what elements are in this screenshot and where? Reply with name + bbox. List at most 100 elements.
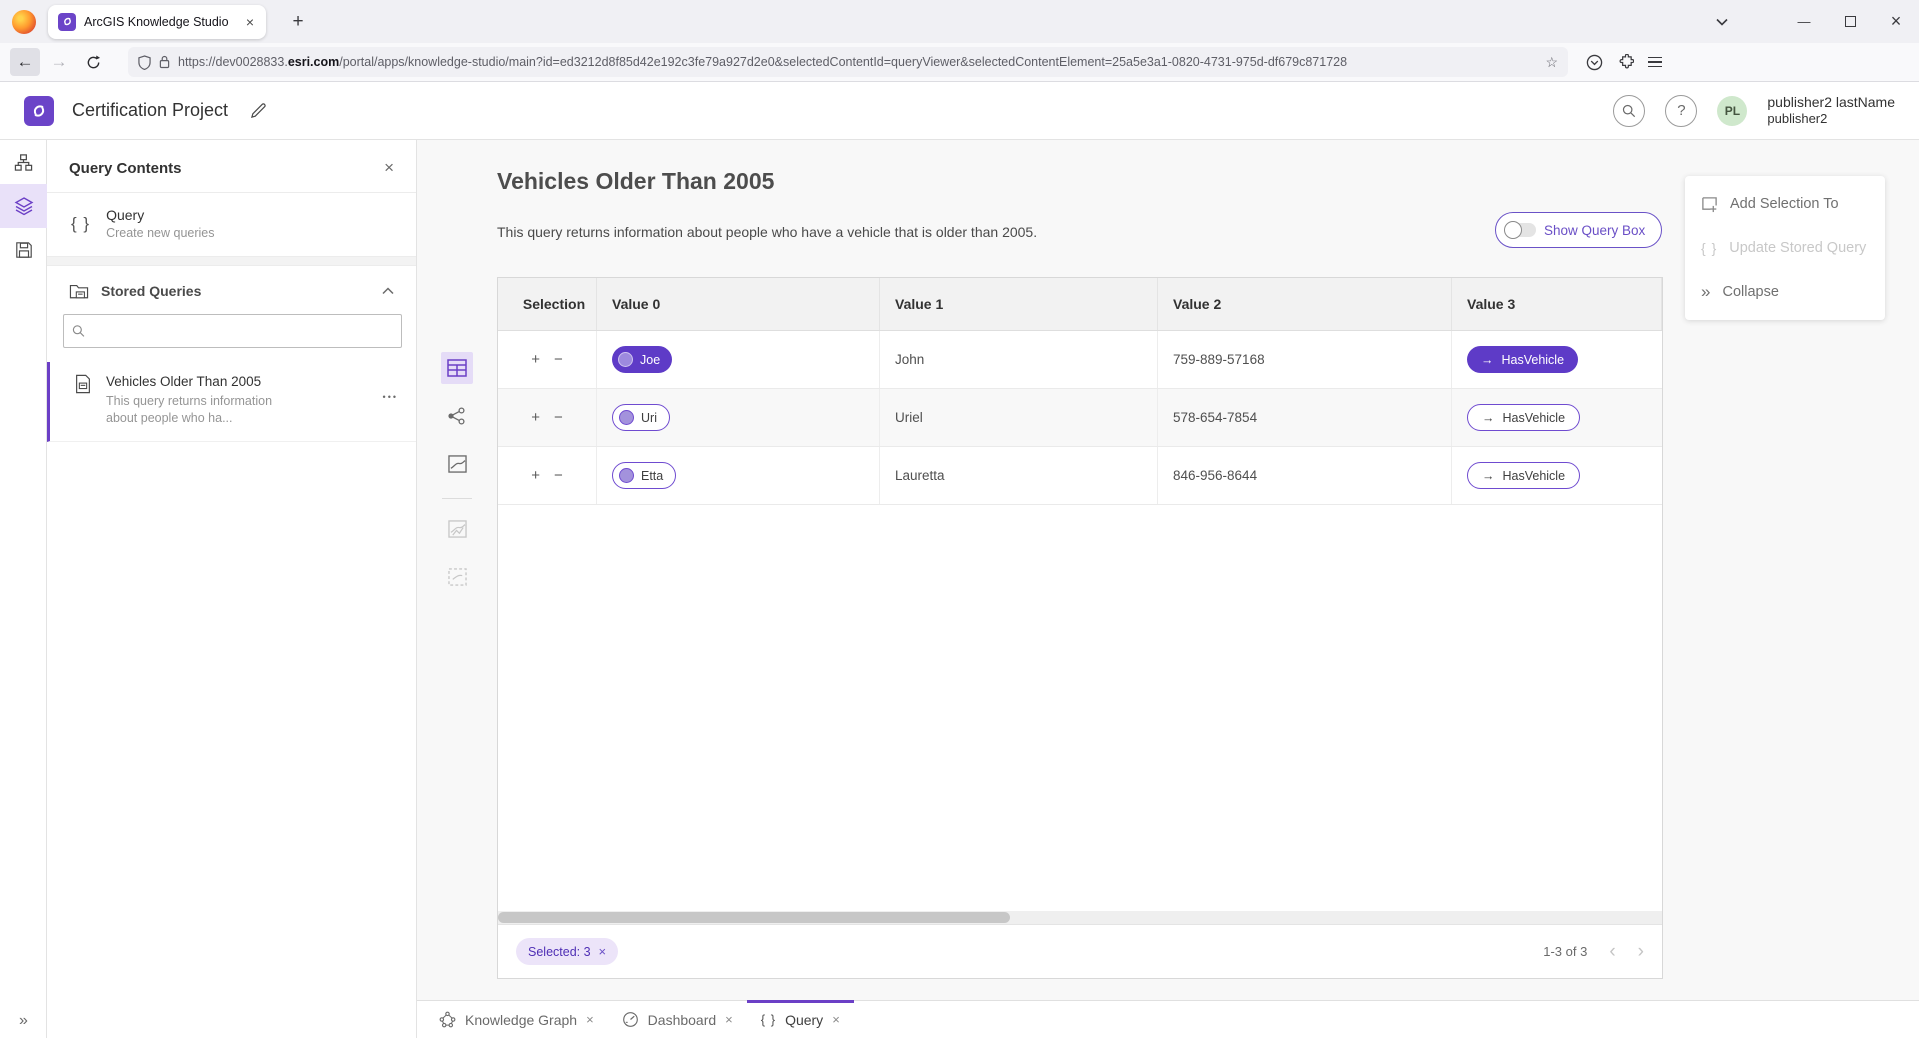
maximize-button[interactable] bbox=[1827, 0, 1873, 43]
cell-value2[interactable]: 578-654-7854 bbox=[1158, 389, 1452, 446]
cell-value1[interactable]: Lauretta bbox=[880, 447, 1158, 504]
tab-knowledge-graph[interactable]: Knowledge Graph × bbox=[425, 1001, 608, 1038]
clear-selection-icon[interactable]: × bbox=[599, 944, 607, 959]
navbar-right-icons bbox=[1586, 54, 1662, 71]
collapse-chevrons-icon: » bbox=[1701, 282, 1710, 302]
selected-count-label: Selected: 3 bbox=[528, 945, 591, 959]
window-close-button[interactable]: × bbox=[1873, 0, 1919, 43]
browser-tab-title: ArcGIS Knowledge Studio bbox=[84, 15, 236, 29]
back-button[interactable]: ← bbox=[10, 48, 40, 76]
rail-item-hierarchy[interactable] bbox=[0, 140, 47, 184]
column-header-value0[interactable]: Value 0 bbox=[597, 278, 880, 330]
search-icon bbox=[1622, 104, 1636, 118]
stored-queries-header[interactable]: Stored Queries bbox=[47, 266, 416, 312]
scrollbar-thumb[interactable] bbox=[498, 912, 1010, 923]
user-block[interactable]: publisher2 lastName publisher2 bbox=[1767, 94, 1895, 128]
selection-view-button[interactable] bbox=[441, 561, 473, 593]
edit-title-pencil-icon[interactable] bbox=[250, 102, 267, 119]
show-query-box-toggle[interactable]: Show Query Box bbox=[1495, 212, 1662, 248]
cell-value2[interactable]: 846-956-8644 bbox=[1158, 447, 1452, 504]
relationship-pill[interactable]: →HasVehicle bbox=[1467, 346, 1578, 373]
rail-item-contents[interactable] bbox=[0, 184, 47, 228]
new-tab-button[interactable]: + bbox=[284, 11, 312, 33]
save-icon bbox=[15, 241, 33, 259]
url-bar[interactable]: https://dev0028833.esri.com/portal/apps/… bbox=[128, 47, 1568, 77]
entity-pill[interactable]: Uri bbox=[612, 404, 670, 431]
stored-queries-search[interactable] bbox=[63, 314, 402, 348]
minimize-button[interactable]: — bbox=[1781, 0, 1827, 43]
entity-dot-icon bbox=[619, 410, 634, 425]
table-row: + − Uri Uriel 578-654-7854 →HasVehicle bbox=[498, 389, 1662, 447]
toolbar-divider bbox=[442, 498, 472, 499]
search-button[interactable] bbox=[1613, 95, 1645, 127]
page-next-icon[interactable]: › bbox=[1638, 941, 1644, 963]
tab-close-icon[interactable]: × bbox=[586, 1012, 594, 1027]
tab-close-icon[interactable]: × bbox=[832, 1012, 840, 1027]
column-header-value2[interactable]: Value 2 bbox=[1158, 278, 1452, 330]
relationship-pill[interactable]: →HasVehicle bbox=[1467, 462, 1580, 489]
extensions-puzzle-icon[interactable] bbox=[1617, 54, 1634, 71]
forward-button[interactable]: → bbox=[44, 48, 74, 76]
table-header-row: Selection Value 0 Value 1 Value 2 Value … bbox=[498, 278, 1662, 331]
menu-hamburger-icon[interactable] bbox=[1648, 57, 1662, 68]
reload-button[interactable] bbox=[78, 48, 108, 76]
menu-item-label: Update Stored Query bbox=[1729, 240, 1866, 256]
menu-item-update-stored-query[interactable]: { } Update Stored Query bbox=[1685, 226, 1885, 270]
link-chart-view-button[interactable] bbox=[441, 400, 473, 432]
column-header-selection[interactable]: Selection bbox=[498, 278, 597, 330]
tab-query[interactable]: { } Query × bbox=[747, 1001, 854, 1038]
page-previous-icon[interactable]: ‹ bbox=[1609, 941, 1615, 963]
pagination-range: 1-3 of 3 bbox=[1543, 944, 1587, 959]
table-footer: Selected: 3 × 1-3 of 3 ‹ › bbox=[498, 924, 1662, 978]
braces-icon: { } bbox=[71, 214, 90, 234]
tab-dashboard[interactable]: Dashboard × bbox=[608, 1001, 747, 1038]
tab-close-icon[interactable]: × bbox=[244, 14, 256, 30]
tab-close-icon[interactable]: × bbox=[725, 1012, 733, 1027]
arrow-right-icon: → bbox=[1482, 411, 1495, 425]
horizontal-scrollbar[interactable] bbox=[498, 911, 1662, 924]
avatar[interactable]: PL bbox=[1717, 96, 1747, 126]
menu-item-label: Add Selection To bbox=[1730, 196, 1839, 212]
user-subtitle: publisher2 bbox=[1767, 111, 1895, 127]
firefox-logo-icon[interactable] bbox=[12, 10, 36, 34]
menu-item-add-selection-to[interactable]: Add Selection To bbox=[1685, 182, 1885, 226]
add-to-selection-icon[interactable]: + bbox=[531, 351, 540, 368]
search-input[interactable] bbox=[91, 324, 393, 339]
remove-from-selection-icon[interactable]: − bbox=[554, 351, 563, 368]
tracking-shield-icon[interactable] bbox=[138, 55, 151, 70]
cell-value2[interactable]: 759-889-57168 bbox=[1158, 331, 1452, 388]
chevron-up-icon[interactable] bbox=[382, 287, 394, 295]
browser-tab[interactable]: ArcGIS Knowledge Studio × bbox=[48, 5, 266, 39]
bookmark-star-icon[interactable]: ☆ bbox=[1545, 54, 1558, 71]
remove-from-selection-icon[interactable]: − bbox=[554, 409, 563, 426]
app-header: Certification Project ? PL publisher2 la… bbox=[0, 82, 1919, 140]
header-right: ? PL publisher2 lastName publisher2 bbox=[1613, 94, 1895, 128]
help-button[interactable]: ? bbox=[1665, 95, 1697, 127]
table-view-button[interactable] bbox=[441, 352, 473, 384]
pocket-save-icon[interactable] bbox=[1586, 54, 1603, 71]
column-header-value1[interactable]: Value 1 bbox=[880, 278, 1158, 330]
selection-box-icon bbox=[448, 568, 467, 586]
cell-value1[interactable]: John bbox=[880, 331, 1158, 388]
map-overlay-view-button[interactable] bbox=[441, 513, 473, 545]
entity-pill[interactable]: Joe bbox=[612, 346, 672, 373]
relationship-pill[interactable]: →HasVehicle bbox=[1467, 404, 1580, 431]
selected-count-chip[interactable]: Selected: 3 × bbox=[516, 938, 618, 965]
entity-pill[interactable]: Etta bbox=[612, 462, 676, 489]
stored-query-item[interactable]: Vehicles Older Than 2005 This query retu… bbox=[47, 362, 416, 442]
lock-icon[interactable] bbox=[159, 55, 170, 69]
rail-item-save[interactable] bbox=[0, 228, 47, 272]
query-create-item[interactable]: { } Query Create new queries bbox=[47, 193, 416, 257]
panel-close-icon[interactable]: × bbox=[384, 158, 394, 178]
stored-query-options-icon[interactable]: ••• bbox=[383, 392, 398, 402]
remove-from-selection-icon[interactable]: − bbox=[554, 467, 563, 484]
map-view-button[interactable] bbox=[441, 448, 473, 480]
list-tabs-chevron-icon[interactable] bbox=[1699, 0, 1745, 43]
column-header-value3[interactable]: Value 3 bbox=[1452, 278, 1662, 330]
pagination: 1-3 of 3 ‹ › bbox=[1543, 941, 1644, 963]
expand-rail-button[interactable]: » bbox=[0, 1012, 47, 1030]
add-to-selection-icon[interactable]: + bbox=[531, 467, 540, 484]
add-to-selection-icon[interactable]: + bbox=[531, 409, 540, 426]
cell-value1[interactable]: Uriel bbox=[880, 389, 1158, 446]
menu-item-collapse[interactable]: » Collapse bbox=[1685, 270, 1885, 314]
